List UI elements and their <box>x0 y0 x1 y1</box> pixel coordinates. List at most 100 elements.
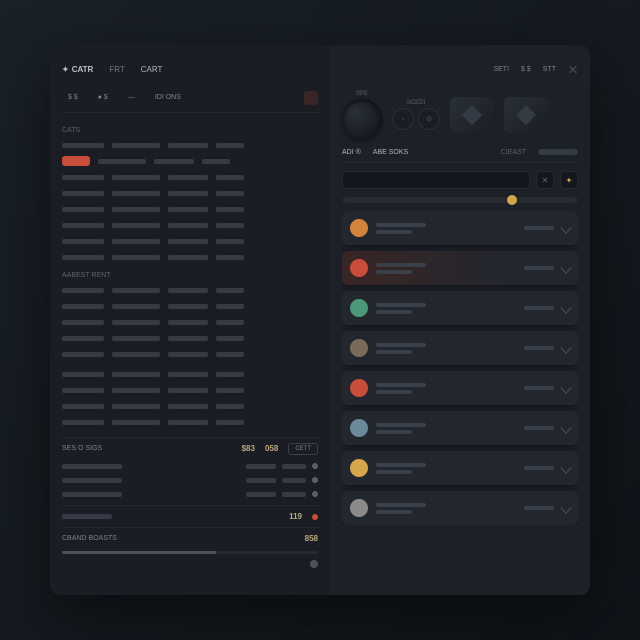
card-text <box>376 463 516 474</box>
cell <box>62 191 104 196</box>
card-text <box>376 383 516 394</box>
list-card[interactable] <box>342 291 578 325</box>
progress-bar[interactable] <box>62 551 318 554</box>
slider-knob[interactable] <box>507 195 517 205</box>
panel-tabs: ADI ® ABE SOKS CIEAST <box>342 149 578 163</box>
cell <box>216 207 244 212</box>
search-row: ✕ ✦ <box>342 171 578 189</box>
cell <box>246 492 276 497</box>
table-row[interactable] <box>62 367 318 381</box>
list-card[interactable] <box>342 411 578 445</box>
sum1-button[interactable]: CETT <box>288 443 318 455</box>
cell <box>112 320 160 325</box>
cell <box>216 388 244 393</box>
table-row[interactable] <box>62 250 318 264</box>
filter-2[interactable]: ● $ <box>92 91 114 104</box>
cell <box>282 464 306 469</box>
table-row[interactable] <box>62 170 318 184</box>
table-row[interactable] <box>62 383 318 397</box>
card-sub <box>376 390 412 394</box>
list-card[interactable] <box>342 491 578 525</box>
topbar: ✦CATR FRT CART <box>62 57 318 81</box>
ptab-2[interactable]: ABE SOKS <box>373 149 408 156</box>
ptab-1[interactable]: ADI ® <box>342 149 361 156</box>
tab-cart[interactable]: CART <box>141 65 163 74</box>
sum3-label: CBAND BOASTS <box>62 535 117 542</box>
cell <box>112 239 160 244</box>
table-row[interactable] <box>62 234 318 248</box>
cell <box>202 159 230 164</box>
table-row[interactable] <box>62 399 318 413</box>
chevron-down-icon <box>560 382 571 393</box>
knob-label-2: SCEDI <box>407 100 425 106</box>
table-row[interactable] <box>62 315 318 329</box>
cell <box>216 336 244 341</box>
card-title <box>376 303 426 307</box>
avatar <box>350 499 368 517</box>
table-row[interactable] <box>62 186 318 200</box>
ptab-indicator <box>538 149 578 155</box>
card-text <box>376 423 516 434</box>
card-title <box>376 343 426 347</box>
knob-small-2[interactable]: ⊙ <box>418 108 440 130</box>
filter-4[interactable]: IDI ONS <box>149 91 187 104</box>
list-card[interactable] <box>342 251 578 285</box>
filter-3[interactable]: — <box>122 91 141 104</box>
cell <box>62 255 104 260</box>
nav-seti[interactable]: SETI <box>493 66 509 73</box>
knob-large[interactable] <box>342 99 382 139</box>
cell <box>168 191 208 196</box>
knob-row: SPE SCEDI◦⊙ <box>342 91 578 139</box>
card-meta <box>524 506 554 510</box>
list-card[interactable] <box>342 211 578 245</box>
table-row[interactable] <box>62 202 318 216</box>
search-input[interactable] <box>342 171 530 189</box>
cell <box>62 352 104 357</box>
summary-row-3: CBAND BOASTS 858 <box>62 527 318 545</box>
card-title <box>376 263 426 267</box>
chevron-down-icon <box>560 422 571 433</box>
card-sub <box>376 230 412 234</box>
ptab-3[interactable]: CIEAST <box>501 149 526 156</box>
list-card[interactable] <box>342 371 578 405</box>
card-sub <box>376 270 412 274</box>
summary-row-1: SES O SIGS $83 058 CETT <box>62 437 318 455</box>
table-row[interactable] <box>62 331 318 345</box>
table-row[interactable] <box>62 138 318 152</box>
cell <box>62 304 104 309</box>
dot-icon <box>312 477 318 483</box>
chevron-down-icon <box>560 342 571 353</box>
table-row[interactable] <box>62 154 318 168</box>
nav-stt[interactable]: STT <box>543 66 556 73</box>
table-row[interactable] <box>62 347 318 361</box>
card-title <box>376 223 426 227</box>
filter-btn[interactable]: ✕ <box>536 171 554 189</box>
card-text <box>376 303 516 314</box>
list-card[interactable] <box>342 451 578 485</box>
avatar <box>350 259 368 277</box>
avatar <box>350 339 368 357</box>
cell <box>62 372 104 377</box>
cell <box>216 175 244 180</box>
nav-money[interactable]: $ $ <box>521 66 531 73</box>
cell <box>282 478 306 483</box>
table-row[interactable] <box>62 218 318 232</box>
cell <box>62 288 104 293</box>
slider[interactable] <box>342 197 578 203</box>
avatar <box>350 219 368 237</box>
cell <box>168 388 208 393</box>
sort-btn[interactable]: ✦ <box>560 171 578 189</box>
table-row[interactable] <box>62 415 318 429</box>
cell <box>168 143 208 148</box>
table-row[interactable] <box>62 299 318 313</box>
table-row[interactable] <box>62 283 318 297</box>
card-text <box>376 223 516 234</box>
list-card[interactable] <box>342 331 578 365</box>
close-icon[interactable] <box>568 64 578 74</box>
sum3-val: 858 <box>305 534 318 543</box>
chevron-down-icon <box>560 502 571 513</box>
filter-1[interactable]: $ $ <box>62 91 84 104</box>
knob-small-1[interactable]: ◦ <box>392 108 414 130</box>
filter-color-box[interactable] <box>304 91 318 105</box>
tab-frt[interactable]: FRT <box>109 65 124 74</box>
